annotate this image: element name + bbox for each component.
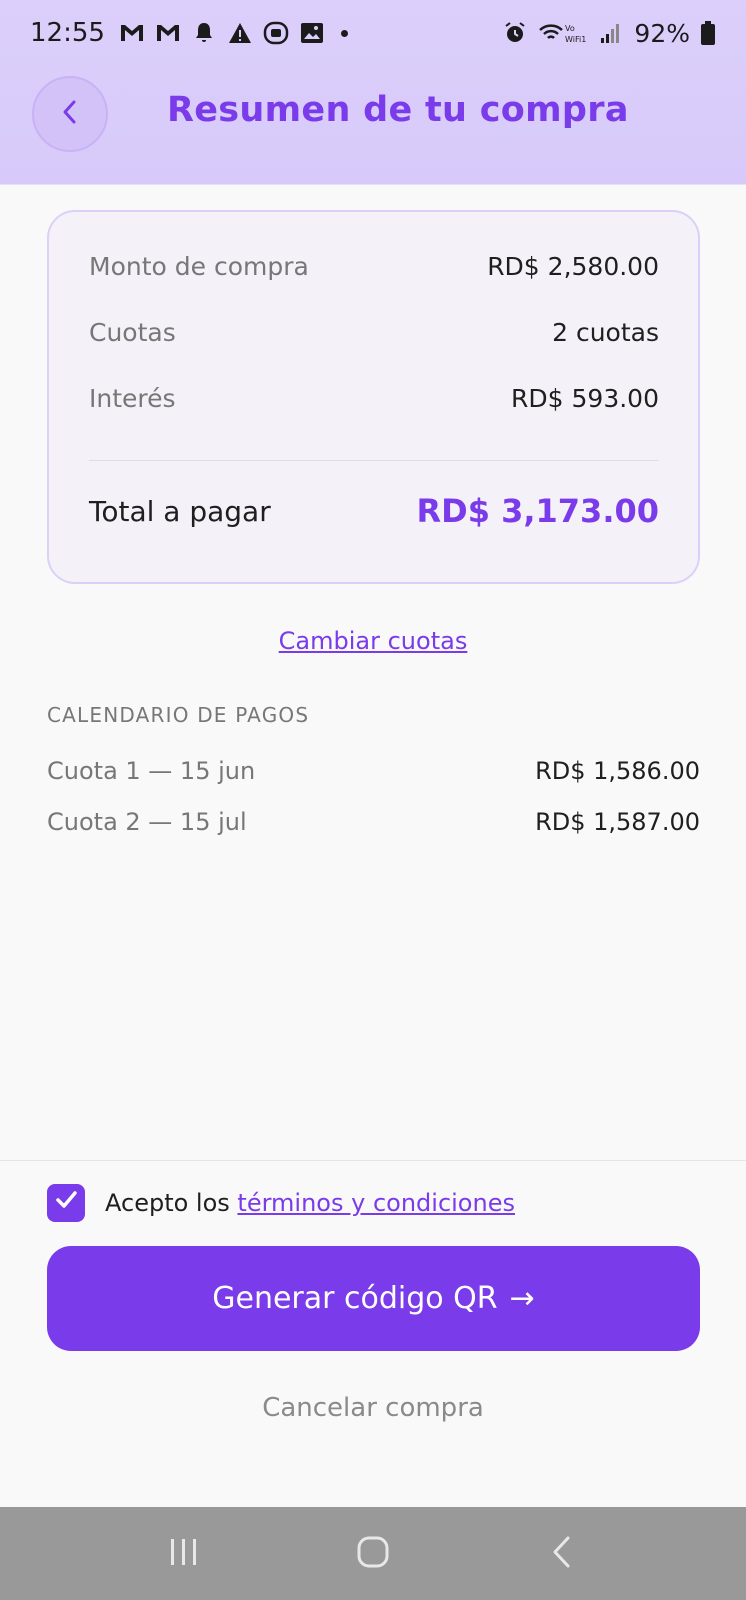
terms-link[interactable]: términos y condiciones	[237, 1189, 515, 1217]
schedule-title: CALENDARIO DE PAGOS	[47, 703, 310, 727]
svg-text:Vo: Vo	[565, 24, 575, 33]
summary-row-amount: Monto de compra RD$ 2,580.00	[89, 252, 659, 281]
total-label: Total a pagar	[89, 494, 271, 528]
total-value: RD$ 3,173.00	[416, 492, 659, 530]
system-nav-bar	[0, 1507, 746, 1600]
schedule-item-value: RD$ 1,587.00	[535, 808, 700, 836]
schedule-item-label: Cuota 1 — 15 jun	[47, 757, 256, 785]
generate-qr-label: Generar código QR	[212, 1281, 498, 1316]
schedule-item-label: Cuota 2 — 15 jul	[47, 808, 247, 836]
page-header: Resumen de tu compra	[0, 76, 746, 156]
schedule-item: Cuota 1 — 15 jun RD$ 1,586.00	[47, 757, 700, 785]
home-icon	[356, 1535, 390, 1573]
recent-apps-button[interactable]	[154, 1524, 214, 1584]
summary-row-installments: Cuotas 2 cuotas	[89, 318, 659, 347]
cancel-purchase-button[interactable]: Cancelar compra	[0, 1393, 746, 1423]
gmail-icon	[119, 20, 145, 46]
summary-label: Interés	[89, 384, 176, 413]
schedule-item-value: RD$ 1,586.00	[535, 757, 700, 785]
media-icon	[263, 20, 289, 46]
status-bar: 12:55 Vo WiFi1 92%	[0, 0, 746, 66]
change-installments-link[interactable]: Cambiar cuotas	[0, 627, 746, 655]
summary-label: Monto de compra	[89, 252, 309, 281]
notification-bell-icon	[191, 20, 217, 46]
svg-text:WiFi1: WiFi1	[565, 35, 586, 44]
wifi-calling-icon: Vo WiFi1	[538, 20, 588, 46]
summary-value: RD$ 2,580.00	[487, 252, 659, 281]
warning-icon	[227, 20, 253, 46]
summary-row-total: Total a pagar RD$ 3,173.00	[89, 492, 659, 530]
terms-checkbox[interactable]	[47, 1184, 85, 1222]
dot-icon	[340, 29, 348, 37]
page-title: Resumen de tu compra	[167, 90, 629, 130]
summary-divider	[89, 460, 659, 461]
purchase-summary-card: Monto de compra RD$ 2,580.00 Cuotas 2 cu…	[47, 210, 700, 584]
back-arrow-icon	[550, 1535, 574, 1573]
summary-value: RD$ 593.00	[511, 384, 659, 413]
status-left: 12:55	[30, 18, 348, 48]
status-time: 12:55	[30, 18, 105, 48]
back-button[interactable]	[32, 76, 108, 152]
battery-icon	[700, 20, 716, 46]
image-icon	[299, 20, 325, 46]
chevron-left-icon	[60, 99, 80, 129]
home-button[interactable]	[343, 1524, 403, 1584]
terms-prefix: Acepto los	[105, 1189, 230, 1217]
arrow-right-icon: →	[509, 1281, 535, 1316]
footer-divider	[0, 1160, 746, 1161]
battery-percent: 92%	[634, 18, 690, 48]
generate-qr-button[interactable]: Generar código QR →	[47, 1246, 700, 1351]
status-right: Vo WiFi1 92%	[502, 19, 716, 48]
system-back-button[interactable]	[532, 1524, 592, 1584]
schedule-item: Cuota 2 — 15 jul RD$ 1,587.00	[47, 808, 700, 836]
terms-row: Acepto los términos y condiciones	[47, 1184, 515, 1222]
signal-icon	[598, 20, 624, 46]
terms-text: Acepto los términos y condiciones	[105, 1189, 515, 1217]
gmail-icon	[155, 20, 181, 46]
summary-label: Cuotas	[89, 318, 176, 347]
alarm-icon	[502, 20, 528, 46]
summary-row-interest: Interés RD$ 593.00	[89, 384, 659, 413]
check-icon	[54, 1189, 78, 1217]
summary-value: 2 cuotas	[552, 318, 659, 347]
recent-apps-icon	[167, 1537, 201, 1571]
